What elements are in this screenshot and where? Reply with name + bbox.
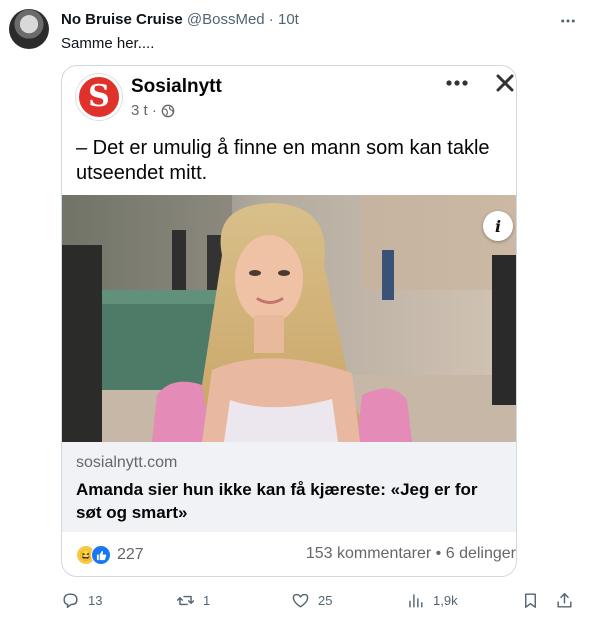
analytics-icon xyxy=(409,593,423,608)
share-button[interactable] xyxy=(555,588,574,612)
like-button[interactable]: 25 xyxy=(291,588,332,612)
tweet-time[interactable]: 10t xyxy=(278,11,299,28)
logo-letter: S xyxy=(88,79,110,114)
separator: · xyxy=(264,11,278,28)
views-button[interactable]: 1,9k xyxy=(406,588,458,612)
avatar[interactable] xyxy=(9,9,49,49)
post-time-row: 3 t · xyxy=(131,102,175,119)
like-reaction-icon xyxy=(91,545,111,565)
post-more-icon xyxy=(444,70,470,96)
reply-button[interactable]: 13 xyxy=(61,588,102,612)
retweet-button[interactable]: 1 xyxy=(176,588,210,612)
info-icon: i xyxy=(483,211,513,241)
bookmark-icon xyxy=(525,592,536,608)
photo-illustration xyxy=(62,195,516,442)
retweet-count: 1 xyxy=(203,592,211,608)
post-text: – Det er umulig å finne en mann som kan … xyxy=(76,137,490,184)
reaction-count: 227 xyxy=(117,546,144,563)
handle[interactable]: @BossMed xyxy=(187,11,265,28)
sosialnytt-logo: S xyxy=(76,74,122,120)
link-preview: sosialnytt.com Amanda sier hun ikke kan … xyxy=(62,442,516,532)
more-horizontal-icon[interactable] xyxy=(556,9,580,33)
reply-count: 13 xyxy=(88,592,103,608)
view-count: 1,9k xyxy=(433,592,458,608)
engagement-summary: 153 kommentarer • 6 delinger xyxy=(305,545,516,562)
like-count: 25 xyxy=(318,592,333,608)
share-icon xyxy=(557,592,572,608)
article-photo xyxy=(62,195,516,442)
retweet-icon xyxy=(176,595,195,605)
globe-icon xyxy=(161,104,175,117)
tweet-text: Samme her.... xyxy=(61,35,155,52)
link-domain: sosialnytt.com xyxy=(76,454,178,471)
page-name: Sosialnytt xyxy=(131,76,222,97)
reactions: 😆 227 xyxy=(76,544,144,566)
embedded-facebook-post[interactable]: S Sosialnytt 3 t · – Det er umulig å fin… xyxy=(61,65,517,577)
bookmark-button[interactable] xyxy=(521,588,540,612)
tweet-header: No Bruise Cruise @BossMed · 10t xyxy=(61,11,299,28)
tweet: No Bruise Cruise @BossMed · 10t Samme he… xyxy=(0,0,594,620)
link-title: Amanda sier hun ikke kan få kjæreste: «J… xyxy=(76,480,478,522)
tweet-actions: 13 1 25 1,9k xyxy=(0,588,594,612)
reply-icon xyxy=(63,592,78,608)
heart-icon xyxy=(292,593,309,608)
close-icon xyxy=(494,72,516,94)
post-time: 3 t · xyxy=(131,102,157,119)
display-name[interactable]: No Bruise Cruise xyxy=(61,11,183,28)
